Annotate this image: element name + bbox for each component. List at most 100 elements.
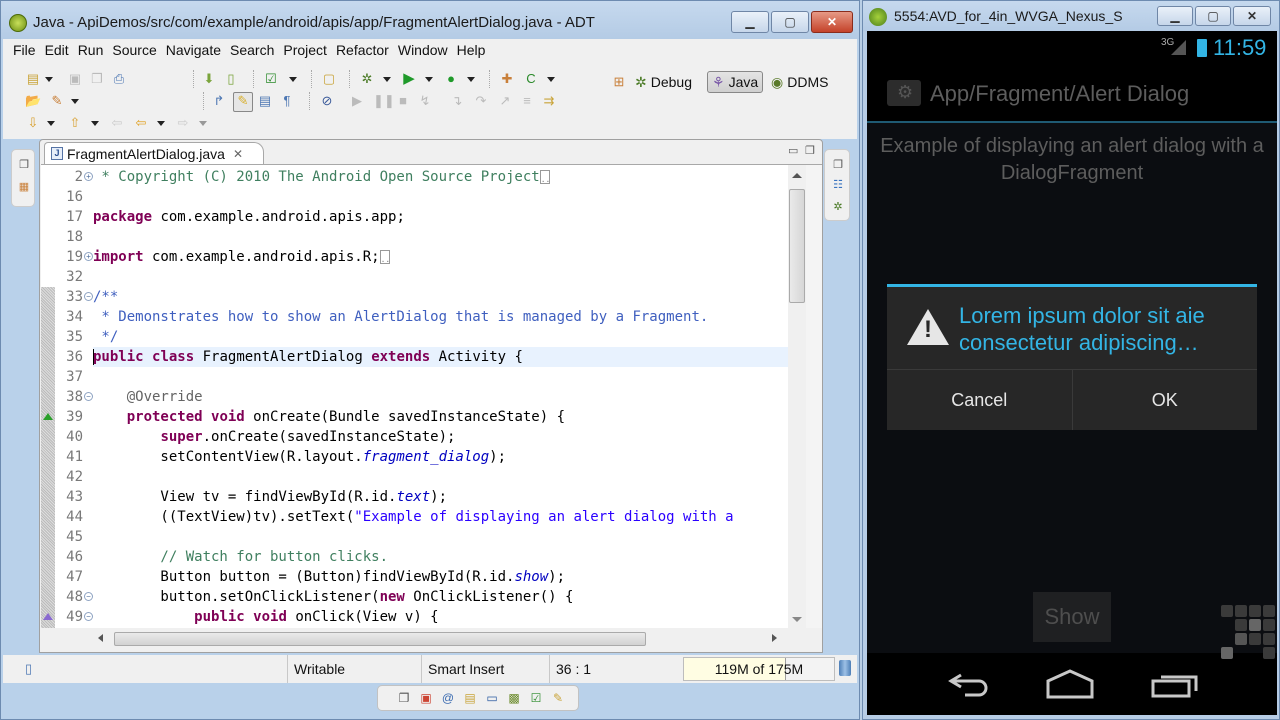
collapse-fold-icon[interactable]: − <box>84 392 93 401</box>
code-line[interactable]: protected void onCreate(Bundle savedInst… <box>93 407 788 427</box>
new-dropdown[interactable] <box>45 77 53 82</box>
toggle-breadcrumb-icon[interactable]: ↱ <box>211 93 227 109</box>
implements-marker-icon[interactable] <box>43 613 53 620</box>
code-line[interactable]: View tv = findViewById(R.id.text); <box>93 487 788 507</box>
back-icon[interactable]: ⇦ <box>133 115 149 131</box>
device-screen[interactable]: 3G 11:59 App/Fragment/Alert Dialog Examp… <box>867 31 1277 715</box>
editor-tab[interactable]: J FragmentAlertDialog.java ✕ <box>44 142 264 164</box>
folded-region-marker[interactable]: .. <box>539 170 550 184</box>
show-whitespace-icon[interactable]: ¶ <box>279 93 295 109</box>
close-button[interactable]: ✕ <box>811 11 853 33</box>
disconnect-icon[interactable]: ↯ <box>417 93 433 109</box>
back-icon[interactable] <box>947 669 991 699</box>
perspective-java[interactable]: ⚘ Java <box>707 71 764 93</box>
tasks-icon[interactable]: ☑ <box>263 71 279 87</box>
android-sdk-manager-icon[interactable]: ⬇ <box>201 71 217 87</box>
scroll-up-arrow[interactable] <box>792 173 802 178</box>
code-text[interactable]: * Copyright (C) 2010 The Android Open So… <box>93 165 788 628</box>
menu-edit[interactable]: Edit <box>42 42 75 58</box>
previous-annotation-icon[interactable]: ⇧ <box>67 115 83 131</box>
next-annotation-dropdown[interactable] <box>47 121 55 126</box>
code-line[interactable]: package com.example.android.apis.app; <box>93 207 788 227</box>
maximize-view-icon[interactable]: ❐ <box>805 144 815 157</box>
console-icon[interactable]: ▭ <box>484 690 500 706</box>
emulator-keypad-toggle[interactable] <box>1217 601 1277 661</box>
drop-to-frame-icon[interactable]: ≡ <box>519 93 535 109</box>
new-icon[interactable]: ▤ <box>25 71 41 87</box>
javadoc-icon[interactable]: @ <box>440 690 456 706</box>
debug-view-icon[interactable]: ✲ <box>831 200 845 214</box>
home-icon[interactable] <box>1045 669 1095 699</box>
code-line[interactable]: setContentView(R.layout.fragment_dialog)… <box>93 447 788 467</box>
new-java-package-icon[interactable]: ✚ <box>499 71 515 87</box>
restore-icon[interactable]: ❐ <box>831 158 845 172</box>
code-line[interactable]: import com.example.android.apis.R;.. <box>93 247 788 267</box>
menu-window[interactable]: Window <box>395 42 454 58</box>
garbage-collect-icon[interactable] <box>839 660 851 676</box>
problems-icon[interactable]: ▣ <box>418 690 434 706</box>
package-explorer-icon[interactable]: ▦ <box>17 180 31 194</box>
perspective-debug[interactable]: ✲ Debug <box>631 71 696 93</box>
suspend-icon[interactable]: ❚❚ <box>373 93 395 109</box>
close-tab-icon[interactable]: ✕ <box>233 147 243 161</box>
new-android-project-icon[interactable]: ▢ <box>321 71 337 87</box>
menu-run[interactable]: Run <box>75 42 110 58</box>
tasks-view-icon[interactable]: ☑ <box>528 690 544 706</box>
ok-button[interactable]: OK <box>1071 370 1258 430</box>
new-class-dropdown[interactable] <box>547 77 555 82</box>
save-all-icon[interactable]: ❐ <box>89 71 105 87</box>
search-dropdown[interactable] <box>71 99 79 104</box>
code-line[interactable]: button.setOnClickListener(new OnClickLis… <box>93 587 788 607</box>
code-line[interactable] <box>93 267 788 287</box>
code-line[interactable]: /** <box>93 287 788 307</box>
run-dropdown[interactable] <box>425 77 433 82</box>
horizontal-scrollbar[interactable] <box>92 630 787 648</box>
minimize-button[interactable]: ▁ <box>731 11 769 33</box>
scroll-right-arrow[interactable] <box>772 634 777 642</box>
menu-help[interactable]: Help <box>454 42 492 58</box>
code-line[interactable]: */ <box>93 327 788 347</box>
collapse-fold-icon[interactable]: − <box>84 612 93 621</box>
code-line[interactable]: public void onClick(View v) { <box>93 607 788 627</box>
folded-region-marker[interactable]: .. <box>379 250 390 264</box>
forward-dropdown[interactable] <box>199 121 207 126</box>
collapse-fold-icon[interactable]: − <box>84 592 93 601</box>
code-line[interactable] <box>93 467 788 487</box>
code-line[interactable]: @Override <box>93 387 788 407</box>
terminate-icon[interactable]: ■ <box>395 93 411 109</box>
code-line[interactable]: * Demonstrates how to show an AlertDialo… <box>93 307 788 327</box>
restore-icon[interactable]: ❐ <box>396 690 412 706</box>
code-line[interactable] <box>93 187 788 207</box>
step-return-icon[interactable]: ↗ <box>497 93 513 109</box>
vertical-scroll-thumb[interactable] <box>789 189 805 303</box>
collapse-fold-icon[interactable]: − <box>84 292 93 301</box>
code-line[interactable]: * Copyright (C) 2010 The Android Open So… <box>93 167 788 187</box>
open-perspective-icon[interactable]: ⊞ <box>611 74 627 90</box>
save-icon[interactable]: ▣ <box>67 71 83 87</box>
back-dropdown[interactable] <box>157 121 165 126</box>
menu-file[interactable]: File <box>13 42 42 58</box>
scroll-down-arrow[interactable] <box>792 617 802 622</box>
code-area[interactable]: 2 +16 17 18 19 +32 33−34 35 36 37 38−39 40 41 42 43 44 4… <box>41 164 822 628</box>
step-into-icon[interactable]: ↴ <box>449 93 465 109</box>
menu-refactor[interactable]: Refactor <box>333 42 395 58</box>
code-line[interactable]: public class FragmentAlertDialog extends… <box>93 347 788 367</box>
overview-ruler[interactable] <box>806 165 822 628</box>
search-icon[interactable]: ✎ <box>49 93 65 109</box>
expand-fold-icon[interactable]: + <box>84 172 93 181</box>
resume-icon[interactable]: ▶ <box>349 93 365 109</box>
next-annotation-icon[interactable]: ⇩ <box>25 115 41 131</box>
override-marker-icon[interactable] <box>43 413 53 420</box>
logcat-icon[interactable]: ▩ <box>506 690 522 706</box>
run-icon[interactable]: ▶ <box>401 71 417 87</box>
emulator-maximize-button[interactable]: ▢ <box>1195 6 1231 26</box>
code-line[interactable]: super.onCreate(savedInstanceState); <box>93 427 788 447</box>
declaration-icon[interactable]: ▤ <box>462 690 478 706</box>
previous-annotation-dropdown[interactable] <box>91 121 99 126</box>
code-line[interactable] <box>93 367 788 387</box>
menu-navigate[interactable]: Navigate <box>163 42 227 58</box>
cancel-button[interactable]: Cancel <box>887 370 1072 430</box>
new-java-class-icon[interactable]: C <box>523 71 539 87</box>
use-step-filters-icon[interactable]: ⇉ <box>541 93 557 109</box>
block-selection-icon[interactable]: ▤ <box>257 93 273 109</box>
